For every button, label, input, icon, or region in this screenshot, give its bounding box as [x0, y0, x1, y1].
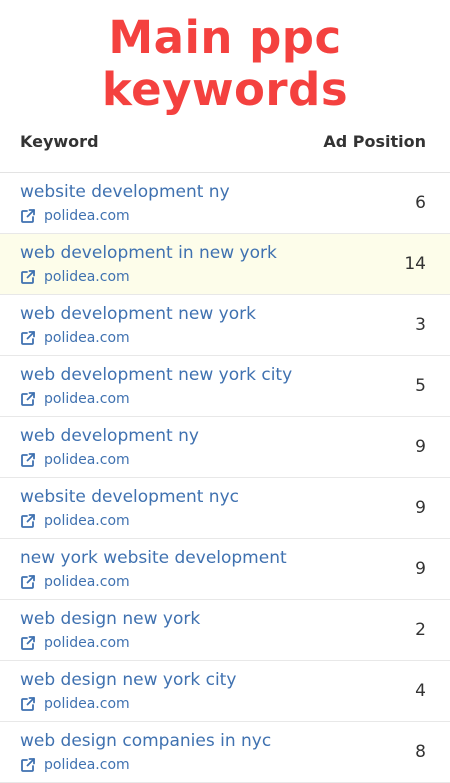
domain-link[interactable]: polidea.com [20, 634, 130, 652]
keyword-link[interactable]: web design new york [20, 609, 200, 629]
keyword-column-header[interactable]: Keyword [20, 132, 99, 151]
table-row: web design new york polidea.com 2 [0, 600, 450, 661]
table-row: website development ny polidea.com 6 [0, 173, 450, 234]
external-link-icon [20, 696, 36, 712]
table-row: new york website development polidea.com… [0, 539, 450, 600]
keyword-link[interactable]: website development nyc [20, 487, 239, 507]
ad-position-column-header[interactable]: Ad Position [323, 132, 426, 151]
ad-position-value: 4 [415, 681, 426, 701]
ad-position-value: 9 [415, 437, 426, 457]
keyword-link[interactable]: web design companies in nyc [20, 731, 271, 751]
domain-label: polidea.com [44, 635, 130, 651]
table-row: web development new york city polidea.co… [0, 356, 450, 417]
ad-position-value: 5 [415, 376, 426, 396]
external-link-icon [20, 635, 36, 651]
table-header: Keyword Ad Position [0, 118, 450, 173]
ad-position-value: 6 [415, 193, 426, 213]
domain-label: polidea.com [44, 208, 130, 224]
domain-label: polidea.com [44, 330, 130, 346]
domain-link[interactable]: polidea.com [20, 207, 130, 225]
domain-link[interactable]: polidea.com [20, 573, 130, 591]
keywords-table: Keyword Ad Position website development … [0, 118, 450, 783]
ad-position-value: 9 [415, 498, 426, 518]
external-link-icon [20, 513, 36, 529]
domain-link[interactable]: polidea.com [20, 329, 130, 347]
ad-position-value: 8 [415, 742, 426, 762]
keyword-link[interactable]: new york website development [20, 548, 287, 568]
keyword-link[interactable]: web development new york [20, 304, 256, 324]
domain-link[interactable]: polidea.com [20, 756, 130, 774]
domain-link[interactable]: polidea.com [20, 451, 130, 469]
page-title-line-2: keywords [101, 63, 349, 116]
table-row: web development new york polidea.com 3 [0, 295, 450, 356]
external-link-icon [20, 452, 36, 468]
table-body: website development ny polidea.com 6 web… [0, 173, 450, 783]
external-link-icon [20, 208, 36, 224]
domain-label: polidea.com [44, 269, 130, 285]
ad-position-value: 9 [415, 559, 426, 579]
ad-position-value: 3 [415, 315, 426, 335]
domain-link[interactable]: polidea.com [20, 268, 130, 286]
external-link-icon [20, 330, 36, 346]
domain-label: polidea.com [44, 391, 130, 407]
domain-label: polidea.com [44, 757, 130, 773]
page-title: Main ppc keywords [0, 0, 450, 116]
ad-position-value: 2 [415, 620, 426, 640]
domain-label: polidea.com [44, 513, 130, 529]
external-link-icon [20, 269, 36, 285]
keyword-link[interactable]: web development ny [20, 426, 199, 446]
keyword-link[interactable]: web development new york city [20, 365, 292, 385]
domain-label: polidea.com [44, 452, 130, 468]
table-row: web development in new york polidea.com … [0, 234, 450, 295]
domain-link[interactable]: polidea.com [20, 390, 130, 408]
table-row: website development nyc polidea.com 9 [0, 478, 450, 539]
table-row: web design new york city polidea.com 4 [0, 661, 450, 722]
keyword-link[interactable]: website development ny [20, 182, 230, 202]
external-link-icon [20, 391, 36, 407]
table-row: web development ny polidea.com 9 [0, 417, 450, 478]
domain-link[interactable]: polidea.com [20, 512, 130, 530]
domain-label: polidea.com [44, 696, 130, 712]
page-title-line-1: Main ppc [108, 11, 342, 64]
external-link-icon [20, 574, 36, 590]
external-link-icon [20, 757, 36, 773]
domain-link[interactable]: polidea.com [20, 695, 130, 713]
domain-label: polidea.com [44, 574, 130, 590]
keyword-link[interactable]: web design new york city [20, 670, 236, 690]
keyword-link[interactable]: web development in new york [20, 243, 277, 263]
ad-position-value: 14 [404, 254, 426, 274]
